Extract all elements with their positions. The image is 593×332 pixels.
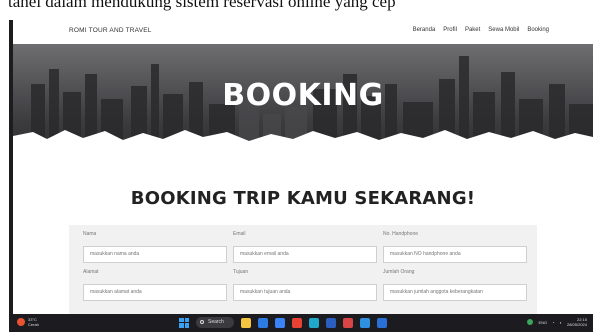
word-icon[interactable] [326,317,336,328]
field-nama: Nama [83,231,227,263]
hero-title: BOOKING [222,78,384,113]
nav-link-beranda[interactable]: Beranda [413,27,436,33]
jumlah-orang-input[interactable] [383,283,527,301]
taskbar-clock[interactable]: 22:15 28/05/2024 [567,317,587,327]
taskbar-apps: Search [179,317,387,328]
volume-icon[interactable]: ◖ [560,320,562,325]
windows-taskbar: 33°C Cerah Search ENG ◔ ◖ 22:15 28/05/20… [9,314,593,332]
no-handphone-label: No. Handphone [383,231,419,237]
email-label: Email [233,231,246,237]
nav-link-paket[interactable]: Paket [465,27,480,33]
weather-widget[interactable]: 33°C Cerah [17,317,39,327]
clock-date: 28/05/2024 [566,322,587,327]
brand-logo[interactable]: ROMI TOUR AND TRAVEL [69,27,152,34]
alamat-label: Alamat [83,269,99,275]
jumlah-orang-label: Jumlah Orang [383,269,415,275]
language-indicator[interactable]: ENG [538,320,547,325]
no-handphone-input[interactable] [383,245,527,263]
search-label: Search [208,319,224,325]
chrome-icon[interactable] [292,317,302,328]
hero-banner: BOOKING [13,44,593,154]
tujuan-input[interactable] [233,283,377,301]
section-title: BOOKING TRIP KAMU SEKARANG! [130,188,476,209]
tray-app-icon[interactable] [527,319,534,325]
field-email: Email [233,231,377,263]
booking-form: Nama Email No. Handphone Alamat Tujuan J… [69,225,537,314]
field-no-handphone: No. Handphone [383,231,527,263]
app-red-icon[interactable] [343,317,353,328]
nav-link-sewa-mobil[interactable]: Sewa Mobil [488,27,519,33]
nav-link-booking[interactable]: Booking [527,27,549,33]
app-blue-icon[interactable] [377,317,387,328]
nav-links: Beranda Profil Paket Sewa Mobil Booking [413,27,549,33]
wifi-icon[interactable]: ◔ [552,320,554,325]
browser-page: ROMI TOUR AND TRAVEL Beranda Profil Pake… [13,20,593,314]
windows-start-icon[interactable] [179,317,189,328]
file-explorer-icon[interactable] [241,317,251,328]
tujuan-label: Tujuan [233,269,249,275]
nav-link-profil[interactable]: Profil [443,27,457,33]
field-jumlah-orang: Jumlah Orang [383,269,527,301]
search-icon [200,320,204,324]
screenshot-frame: ROMI TOUR AND TRAVEL Beranda Profil Pake… [9,20,593,332]
weather-sun-icon [17,318,25,326]
weather-desc: Cerah [28,322,39,327]
caption-text: tanel dalam mendukung sistem reservasi o… [8,0,396,11]
field-alamat: Alamat [83,269,227,301]
field-tujuan: Tujuan [233,269,377,301]
edge-icon[interactable] [309,317,319,328]
nama-input[interactable] [83,245,227,263]
system-tray: ENG ◔ ◖ 22:15 28/05/2024 [527,317,587,327]
taskbar-search[interactable]: Search [196,317,234,328]
top-navbar: ROMI TOUR AND TRAVEL Beranda Profil Pake… [13,20,593,44]
mail-icon[interactable] [258,317,268,328]
store-icon[interactable] [275,317,285,328]
vscode-icon[interactable] [360,317,370,328]
nama-label: Nama [83,231,97,237]
document-caption: tanel dalam mendukung sistem reservasi o… [0,0,593,20]
email-input[interactable] [233,245,377,263]
alamat-input[interactable] [83,283,227,301]
